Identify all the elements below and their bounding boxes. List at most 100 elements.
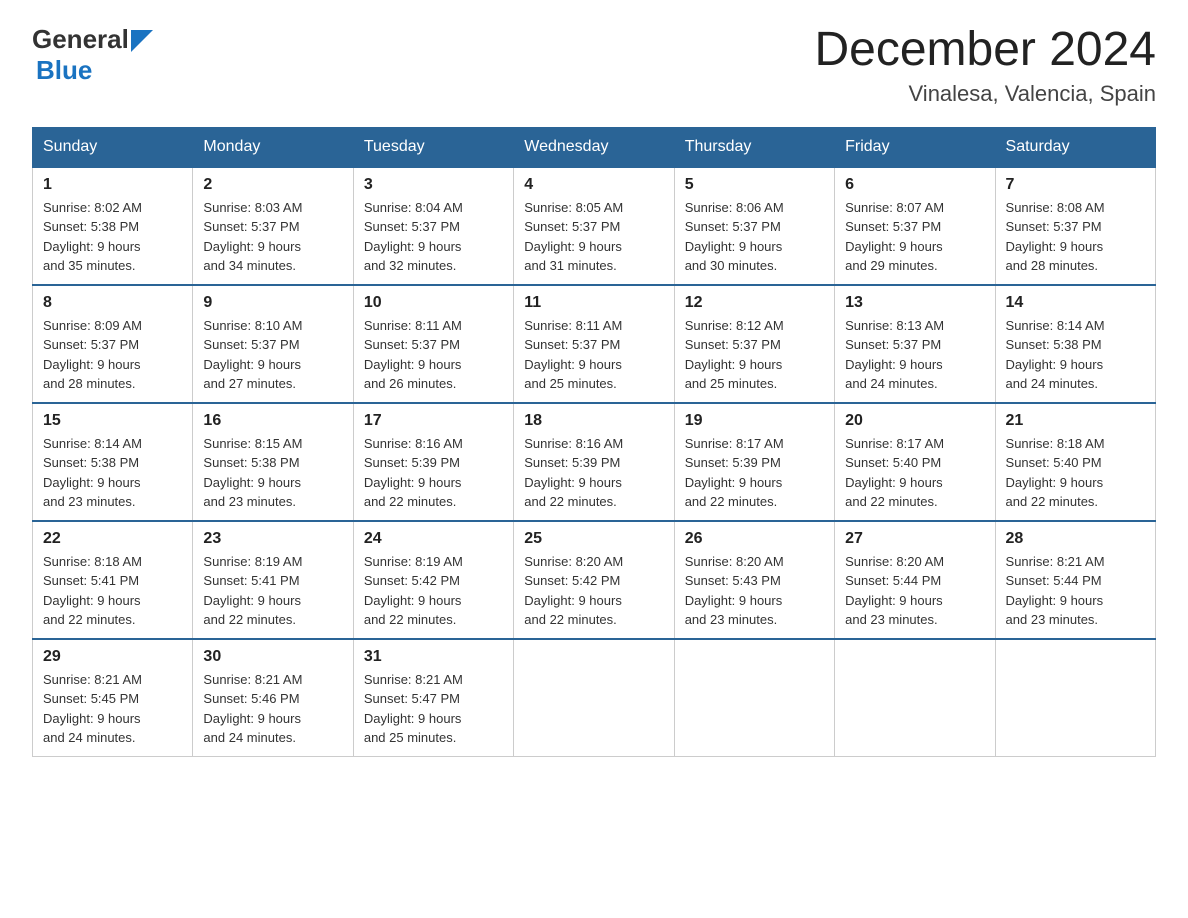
calendar-cell: 19 Sunrise: 8:17 AMSunset: 5:39 PMDaylig… (674, 403, 834, 521)
day-info: Sunrise: 8:16 AMSunset: 5:39 PMDaylight:… (364, 436, 463, 510)
day-number: 27 (845, 530, 984, 548)
logo-blue-text: Blue (36, 55, 92, 86)
day-number: 4 (524, 176, 663, 194)
day-number: 2 (203, 176, 342, 194)
day-number: 1 (43, 176, 182, 194)
day-number: 16 (203, 412, 342, 430)
day-info: Sunrise: 8:21 AMSunset: 5:45 PMDaylight:… (43, 672, 142, 746)
day-number: 15 (43, 412, 182, 430)
day-number: 8 (43, 294, 182, 312)
calendar-cell: 15 Sunrise: 8:14 AMSunset: 5:38 PMDaylig… (33, 403, 193, 521)
day-number: 11 (524, 294, 663, 312)
calendar-cell: 31 Sunrise: 8:21 AMSunset: 5:47 PMDaylig… (353, 639, 513, 757)
calendar-cell: 10 Sunrise: 8:11 AMSunset: 5:37 PMDaylig… (353, 285, 513, 403)
day-number: 9 (203, 294, 342, 312)
day-number: 6 (845, 176, 984, 194)
day-number: 30 (203, 648, 342, 666)
day-number: 26 (685, 530, 824, 548)
day-info: Sunrise: 8:16 AMSunset: 5:39 PMDaylight:… (524, 436, 623, 510)
calendar-cell (835, 639, 995, 757)
day-number: 23 (203, 530, 342, 548)
week-row-2: 8 Sunrise: 8:09 AMSunset: 5:37 PMDayligh… (33, 285, 1156, 403)
header-day-thursday: Thursday (674, 127, 834, 167)
day-info: Sunrise: 8:14 AMSunset: 5:38 PMDaylight:… (1006, 318, 1105, 392)
logo: General Blue (32, 24, 153, 86)
calendar-cell: 8 Sunrise: 8:09 AMSunset: 5:37 PMDayligh… (33, 285, 193, 403)
day-info: Sunrise: 8:17 AMSunset: 5:39 PMDaylight:… (685, 436, 784, 510)
day-info: Sunrise: 8:18 AMSunset: 5:40 PMDaylight:… (1006, 436, 1105, 510)
calendar-cell: 6 Sunrise: 8:07 AMSunset: 5:37 PMDayligh… (835, 167, 995, 285)
day-number: 24 (364, 530, 503, 548)
calendar-cell: 25 Sunrise: 8:20 AMSunset: 5:42 PMDaylig… (514, 521, 674, 639)
calendar-cell: 22 Sunrise: 8:18 AMSunset: 5:41 PMDaylig… (33, 521, 193, 639)
day-info: Sunrise: 8:20 AMSunset: 5:43 PMDaylight:… (685, 554, 784, 628)
calendar-cell (514, 639, 674, 757)
calendar-cell: 18 Sunrise: 8:16 AMSunset: 5:39 PMDaylig… (514, 403, 674, 521)
page-header: General Blue December 2024 Vinalesa, Val… (32, 24, 1156, 107)
day-info: Sunrise: 8:11 AMSunset: 5:37 PMDaylight:… (524, 318, 622, 392)
day-number: 18 (524, 412, 663, 430)
week-row-4: 22 Sunrise: 8:18 AMSunset: 5:41 PMDaylig… (33, 521, 1156, 639)
day-number: 25 (524, 530, 663, 548)
day-info: Sunrise: 8:07 AMSunset: 5:37 PMDaylight:… (845, 200, 944, 274)
calendar-cell: 4 Sunrise: 8:05 AMSunset: 5:37 PMDayligh… (514, 167, 674, 285)
logo-arrow-icon (131, 30, 153, 52)
header-day-wednesday: Wednesday (514, 127, 674, 167)
day-info: Sunrise: 8:08 AMSunset: 5:37 PMDaylight:… (1006, 200, 1105, 274)
calendar-cell: 5 Sunrise: 8:06 AMSunset: 5:37 PMDayligh… (674, 167, 834, 285)
header-day-sunday: Sunday (33, 127, 193, 167)
calendar-cell: 1 Sunrise: 8:02 AMSunset: 5:38 PMDayligh… (33, 167, 193, 285)
day-info: Sunrise: 8:12 AMSunset: 5:37 PMDaylight:… (685, 318, 784, 392)
title-section: December 2024 Vinalesa, Valencia, Spain (814, 24, 1156, 107)
calendar-cell: 14 Sunrise: 8:14 AMSunset: 5:38 PMDaylig… (995, 285, 1155, 403)
day-info: Sunrise: 8:21 AMSunset: 5:46 PMDaylight:… (203, 672, 302, 746)
day-number: 22 (43, 530, 182, 548)
day-number: 29 (43, 648, 182, 666)
calendar-cell (674, 639, 834, 757)
calendar-cell: 27 Sunrise: 8:20 AMSunset: 5:44 PMDaylig… (835, 521, 995, 639)
logo-general-text: General (32, 24, 129, 55)
day-number: 7 (1006, 176, 1145, 194)
calendar-cell: 12 Sunrise: 8:12 AMSunset: 5:37 PMDaylig… (674, 285, 834, 403)
week-row-3: 15 Sunrise: 8:14 AMSunset: 5:38 PMDaylig… (33, 403, 1156, 521)
day-number: 28 (1006, 530, 1145, 548)
calendar-cell (995, 639, 1155, 757)
calendar-cell: 16 Sunrise: 8:15 AMSunset: 5:38 PMDaylig… (193, 403, 353, 521)
day-info: Sunrise: 8:20 AMSunset: 5:42 PMDaylight:… (524, 554, 623, 628)
month-title: December 2024 (814, 24, 1156, 77)
header-row: SundayMondayTuesdayWednesdayThursdayFrid… (33, 127, 1156, 167)
calendar-cell: 26 Sunrise: 8:20 AMSunset: 5:43 PMDaylig… (674, 521, 834, 639)
calendar-cell: 23 Sunrise: 8:19 AMSunset: 5:41 PMDaylig… (193, 521, 353, 639)
day-info: Sunrise: 8:13 AMSunset: 5:37 PMDaylight:… (845, 318, 944, 392)
calendar-table: SundayMondayTuesdayWednesdayThursdayFrid… (32, 127, 1156, 757)
week-row-1: 1 Sunrise: 8:02 AMSunset: 5:38 PMDayligh… (33, 167, 1156, 285)
calendar-cell: 7 Sunrise: 8:08 AMSunset: 5:37 PMDayligh… (995, 167, 1155, 285)
calendar-cell: 3 Sunrise: 8:04 AMSunset: 5:37 PMDayligh… (353, 167, 513, 285)
day-number: 13 (845, 294, 984, 312)
day-info: Sunrise: 8:14 AMSunset: 5:38 PMDaylight:… (43, 436, 142, 510)
day-info: Sunrise: 8:19 AMSunset: 5:42 PMDaylight:… (364, 554, 463, 628)
day-info: Sunrise: 8:10 AMSunset: 5:37 PMDaylight:… (203, 318, 302, 392)
calendar-cell: 30 Sunrise: 8:21 AMSunset: 5:46 PMDaylig… (193, 639, 353, 757)
calendar-cell: 24 Sunrise: 8:19 AMSunset: 5:42 PMDaylig… (353, 521, 513, 639)
day-number: 5 (685, 176, 824, 194)
day-info: Sunrise: 8:20 AMSunset: 5:44 PMDaylight:… (845, 554, 944, 628)
day-number: 21 (1006, 412, 1145, 430)
calendar-cell: 17 Sunrise: 8:16 AMSunset: 5:39 PMDaylig… (353, 403, 513, 521)
day-number: 19 (685, 412, 824, 430)
day-info: Sunrise: 8:21 AMSunset: 5:44 PMDaylight:… (1006, 554, 1105, 628)
calendar-cell: 20 Sunrise: 8:17 AMSunset: 5:40 PMDaylig… (835, 403, 995, 521)
header-day-tuesday: Tuesday (353, 127, 513, 167)
header-day-friday: Friday (835, 127, 995, 167)
calendar-cell: 29 Sunrise: 8:21 AMSunset: 5:45 PMDaylig… (33, 639, 193, 757)
day-info: Sunrise: 8:15 AMSunset: 5:38 PMDaylight:… (203, 436, 302, 510)
calendar-cell: 2 Sunrise: 8:03 AMSunset: 5:37 PMDayligh… (193, 167, 353, 285)
calendar-cell: 28 Sunrise: 8:21 AMSunset: 5:44 PMDaylig… (995, 521, 1155, 639)
day-info: Sunrise: 8:04 AMSunset: 5:37 PMDaylight:… (364, 200, 463, 274)
day-info: Sunrise: 8:11 AMSunset: 5:37 PMDaylight:… (364, 318, 462, 392)
location-title: Vinalesa, Valencia, Spain (814, 81, 1156, 107)
week-row-5: 29 Sunrise: 8:21 AMSunset: 5:45 PMDaylig… (33, 639, 1156, 757)
calendar-cell: 9 Sunrise: 8:10 AMSunset: 5:37 PMDayligh… (193, 285, 353, 403)
calendar-cell: 21 Sunrise: 8:18 AMSunset: 5:40 PMDaylig… (995, 403, 1155, 521)
day-number: 31 (364, 648, 503, 666)
